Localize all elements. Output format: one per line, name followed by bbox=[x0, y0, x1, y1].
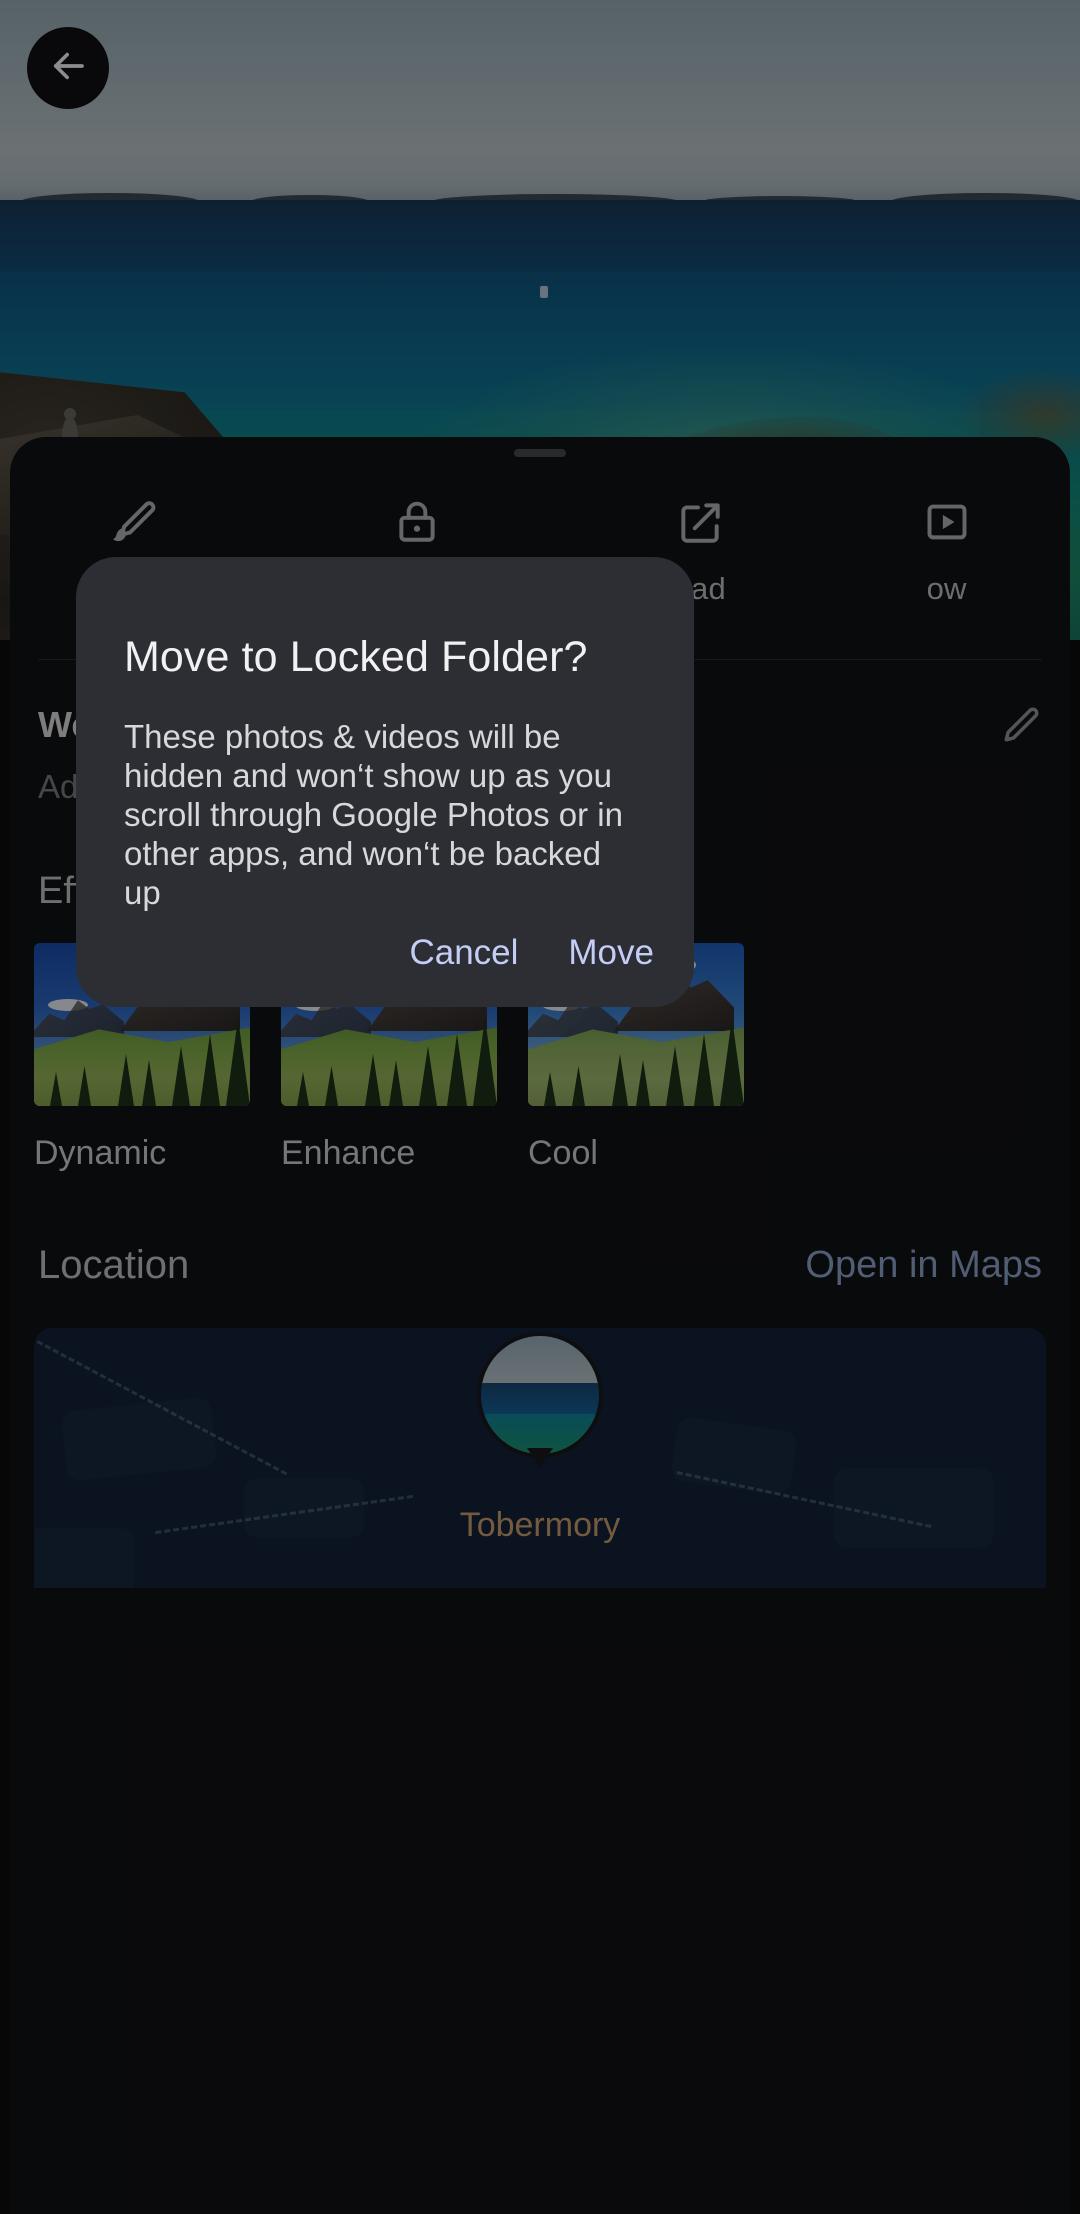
lock-icon bbox=[392, 493, 442, 551]
action-slideshow-label: ow bbox=[926, 571, 967, 606]
drag-handle[interactable] bbox=[514, 449, 566, 457]
effect-label: Dynamic bbox=[34, 1134, 167, 1172]
effect-label: Cool bbox=[528, 1134, 598, 1172]
brush-icon bbox=[108, 493, 158, 551]
effect-label: Enhance bbox=[281, 1134, 416, 1172]
arrow-left-icon bbox=[47, 45, 89, 92]
dialog-action-row: Cancel Move bbox=[409, 933, 654, 973]
move-button[interactable]: Move bbox=[568, 933, 654, 973]
location-heading: Location bbox=[38, 1243, 190, 1287]
pencil-icon[interactable] bbox=[998, 704, 1042, 753]
back-button[interactable] bbox=[27, 27, 109, 109]
map-pin-photo[interactable] bbox=[481, 1336, 599, 1468]
open-in-maps-link[interactable]: Open in Maps bbox=[805, 1244, 1042, 1287]
dialog-body-text: These photos & videos will be hidden and… bbox=[124, 718, 623, 911]
cancel-button[interactable]: Cancel bbox=[409, 933, 518, 973]
photo-sky bbox=[0, 0, 1080, 206]
share-box-icon bbox=[675, 493, 725, 551]
photo-detail-screen: Edit Move to Locked Folder bbox=[0, 0, 1080, 2214]
photo-whitecap bbox=[540, 286, 548, 298]
action-slideshow[interactable]: ow bbox=[823, 493, 1070, 607]
photo-sea-far bbox=[0, 200, 1080, 280]
location-section-header: Location Open in Maps bbox=[10, 1243, 1070, 1288]
move-to-locked-folder-dialog: Move to Locked Folder? These photos & vi… bbox=[76, 557, 694, 1007]
play-box-icon bbox=[922, 493, 972, 551]
location-map[interactable]: Tobermory bbox=[34, 1328, 1046, 1588]
map-place-label: Tobermory bbox=[459, 1506, 621, 1544]
dialog-title: Move to Locked Folder? bbox=[124, 633, 588, 681]
